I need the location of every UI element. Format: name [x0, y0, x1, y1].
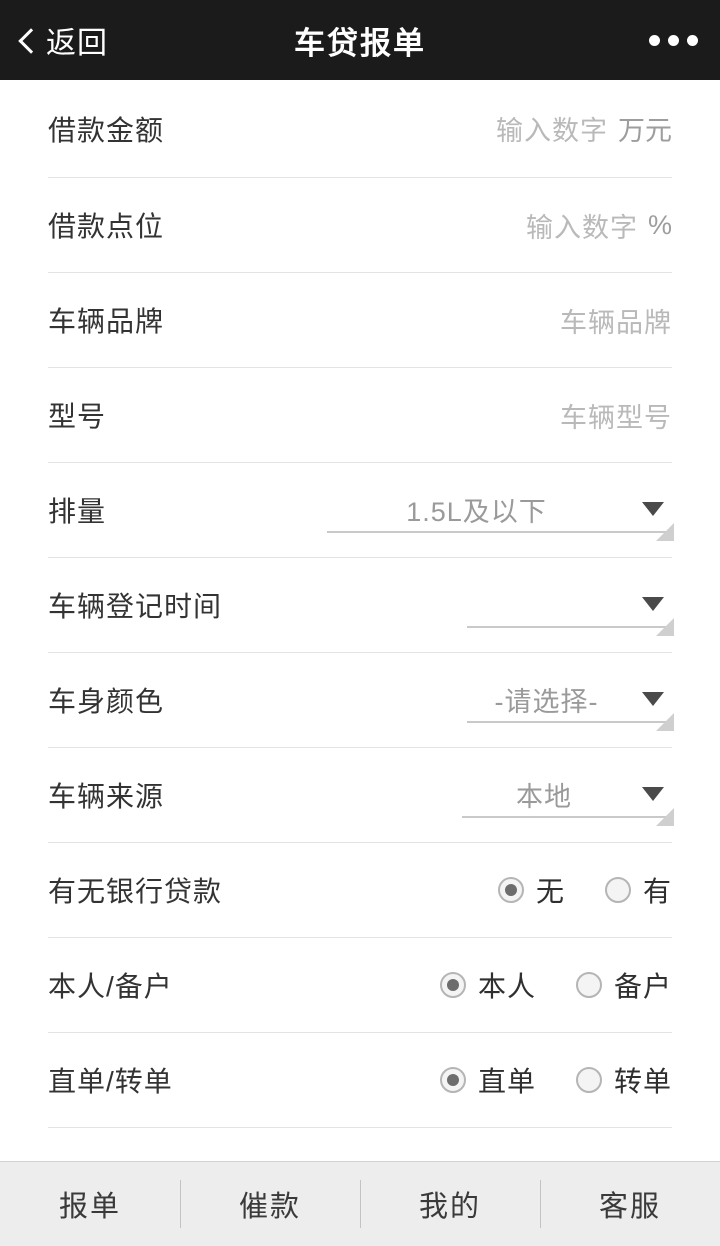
car-source-value: 本地 [462, 775, 626, 814]
owner-type-option-self-label: 本人 [478, 965, 536, 1005]
label-mileage: 公里数 [48, 1155, 135, 1161]
label-loan-rate: 借款点位 [48, 205, 164, 245]
chevron-down-icon [642, 787, 664, 801]
bank-loan-option-none-label: 无 [536, 870, 565, 910]
form-row-car-model[interactable]: 型号 车辆型号 [48, 368, 672, 463]
loan-rate-unit: % [648, 210, 672, 241]
form-row-registration-date[interactable]: 车辆登记时间 [48, 558, 672, 653]
form-row-displacement[interactable]: 排量 1.5L及以下 [48, 463, 672, 558]
bank-loan-option-none[interactable]: 无 [498, 870, 565, 910]
car-color-select[interactable]: -请选择- [467, 677, 672, 723]
tab-cuikuan-label: 催款 [239, 1183, 301, 1225]
select-corner-marker [656, 808, 674, 826]
bank-loan-option-yes[interactable]: 有 [605, 870, 672, 910]
field-owner-type[interactable]: 本人 备户 [440, 965, 672, 1005]
more-dot-2 [668, 35, 679, 46]
tab-baodan[interactable]: 报单 [0, 1162, 180, 1246]
order-type-option-transfer-label: 转单 [614, 1060, 672, 1100]
car-model-placeholder: 车辆型号 [560, 396, 672, 435]
label-car-source: 车辆来源 [48, 775, 164, 815]
field-mileage[interactable]: 公里 [608, 1156, 672, 1162]
radio-icon [576, 1067, 602, 1093]
order-type-option-direct-label: 直单 [478, 1060, 536, 1100]
tab-service-label: 客服 [599, 1183, 661, 1225]
bottom-tab-bar: 报单 催款 我的 客服 [0, 1161, 720, 1246]
radio-icon [498, 877, 524, 903]
label-car-model: 型号 [48, 395, 106, 435]
loan-amount-placeholder: 输入数字 [496, 109, 608, 148]
form-row-car-source[interactable]: 车辆来源 本地 [48, 748, 672, 843]
order-type-radio-group[interactable]: 直单 转单 [440, 1060, 672, 1100]
field-order-type[interactable]: 直单 转单 [440, 1060, 672, 1100]
owner-type-option-backup-label: 备户 [614, 965, 672, 1005]
chevron-down-icon [642, 502, 664, 516]
car-color-value: -请选择- [467, 680, 626, 719]
field-displacement[interactable]: 1.5L及以下 [327, 487, 672, 533]
chevron-left-icon [16, 30, 36, 50]
displacement-select[interactable]: 1.5L及以下 [327, 487, 672, 533]
order-type-option-direct[interactable]: 直单 [440, 1060, 536, 1100]
tab-service[interactable]: 客服 [540, 1162, 720, 1246]
back-button[interactable]: 返回 [0, 0, 108, 80]
label-owner-type: 本人/备户 [48, 965, 173, 1005]
form-row-order-type[interactable]: 直单/转单 直单 转单 [48, 1033, 672, 1128]
label-loan-amount: 借款金额 [48, 109, 164, 149]
form-row-car-color[interactable]: 车身颜色 -请选择- [48, 653, 672, 748]
form-row-bank-loan[interactable]: 有无银行贷款 无 有 [48, 843, 672, 938]
more-dots-icon[interactable] [649, 35, 720, 46]
radio-icon [605, 877, 631, 903]
back-button-label: 返回 [46, 18, 108, 62]
select-corner-marker [656, 618, 674, 636]
chevron-down-icon [642, 692, 664, 706]
loan-amount-unit: 万元 [618, 109, 672, 148]
tab-cuikuan[interactable]: 催款 [180, 1162, 360, 1246]
navigation-bar: 返回 车贷报单 [0, 0, 720, 80]
label-registration-date: 车辆登记时间 [48, 585, 222, 625]
order-type-option-transfer[interactable]: 转单 [576, 1060, 672, 1100]
more-dot-1 [649, 35, 660, 46]
form-row-mileage[interactable]: 公里数 公里 [48, 1128, 672, 1161]
select-corner-marker [656, 523, 674, 541]
car-brand-placeholder: 车辆品牌 [560, 301, 672, 340]
owner-type-radio-group[interactable]: 本人 备户 [440, 965, 672, 1005]
app-screen: 返回 车贷报单 借款金额 输入数字 万元 借款点位 输入数字 % [0, 0, 720, 1246]
field-car-color[interactable]: -请选择- [467, 677, 672, 723]
tab-mine-label: 我的 [419, 1183, 481, 1225]
label-displacement: 排量 [48, 490, 106, 530]
field-car-brand[interactable]: 车辆品牌 [560, 301, 672, 340]
more-dot-3 [687, 35, 698, 46]
bank-loan-radio-group[interactable]: 无 有 [498, 870, 672, 910]
form-row-loan-amount[interactable]: 借款金额 输入数字 万元 [48, 80, 672, 178]
car-source-select[interactable]: 本地 [462, 772, 672, 818]
tab-mine[interactable]: 我的 [360, 1162, 540, 1246]
mileage-unit: 公里 [618, 1156, 672, 1162]
owner-type-option-backup[interactable]: 备户 [576, 965, 672, 1005]
radio-icon [576, 972, 602, 998]
form-row-loan-rate[interactable]: 借款点位 输入数字 % [48, 178, 672, 273]
form-row-car-brand[interactable]: 车辆品牌 车辆品牌 [48, 273, 672, 368]
registration-date-select[interactable] [467, 582, 672, 628]
field-registration-date[interactable] [467, 582, 672, 628]
form-row-owner-type[interactable]: 本人/备户 本人 备户 [48, 938, 672, 1033]
tab-baodan-label: 报单 [59, 1183, 121, 1225]
bank-loan-option-yes-label: 有 [643, 870, 672, 910]
chevron-down-icon [642, 597, 664, 611]
label-bank-loan: 有无银行贷款 [48, 870, 222, 910]
owner-type-option-self[interactable]: 本人 [440, 965, 536, 1005]
field-loan-amount[interactable]: 输入数字 万元 [496, 109, 672, 148]
radio-icon [440, 1067, 466, 1093]
field-loan-rate[interactable]: 输入数字 % [526, 206, 672, 245]
label-car-color: 车身颜色 [48, 680, 164, 720]
field-car-source[interactable]: 本地 [462, 772, 672, 818]
label-order-type: 直单/转单 [48, 1060, 173, 1100]
field-bank-loan[interactable]: 无 有 [498, 870, 672, 910]
displacement-value: 1.5L及以下 [327, 490, 626, 529]
form-list[interactable]: 借款金额 输入数字 万元 借款点位 输入数字 % 车辆品牌 车辆品牌 型号 [0, 80, 720, 1161]
radio-icon [440, 972, 466, 998]
label-car-brand: 车辆品牌 [48, 300, 164, 340]
page-title: 车贷报单 [0, 18, 720, 63]
select-corner-marker [656, 713, 674, 731]
loan-rate-placeholder: 输入数字 [526, 206, 638, 245]
field-car-model[interactable]: 车辆型号 [560, 396, 672, 435]
